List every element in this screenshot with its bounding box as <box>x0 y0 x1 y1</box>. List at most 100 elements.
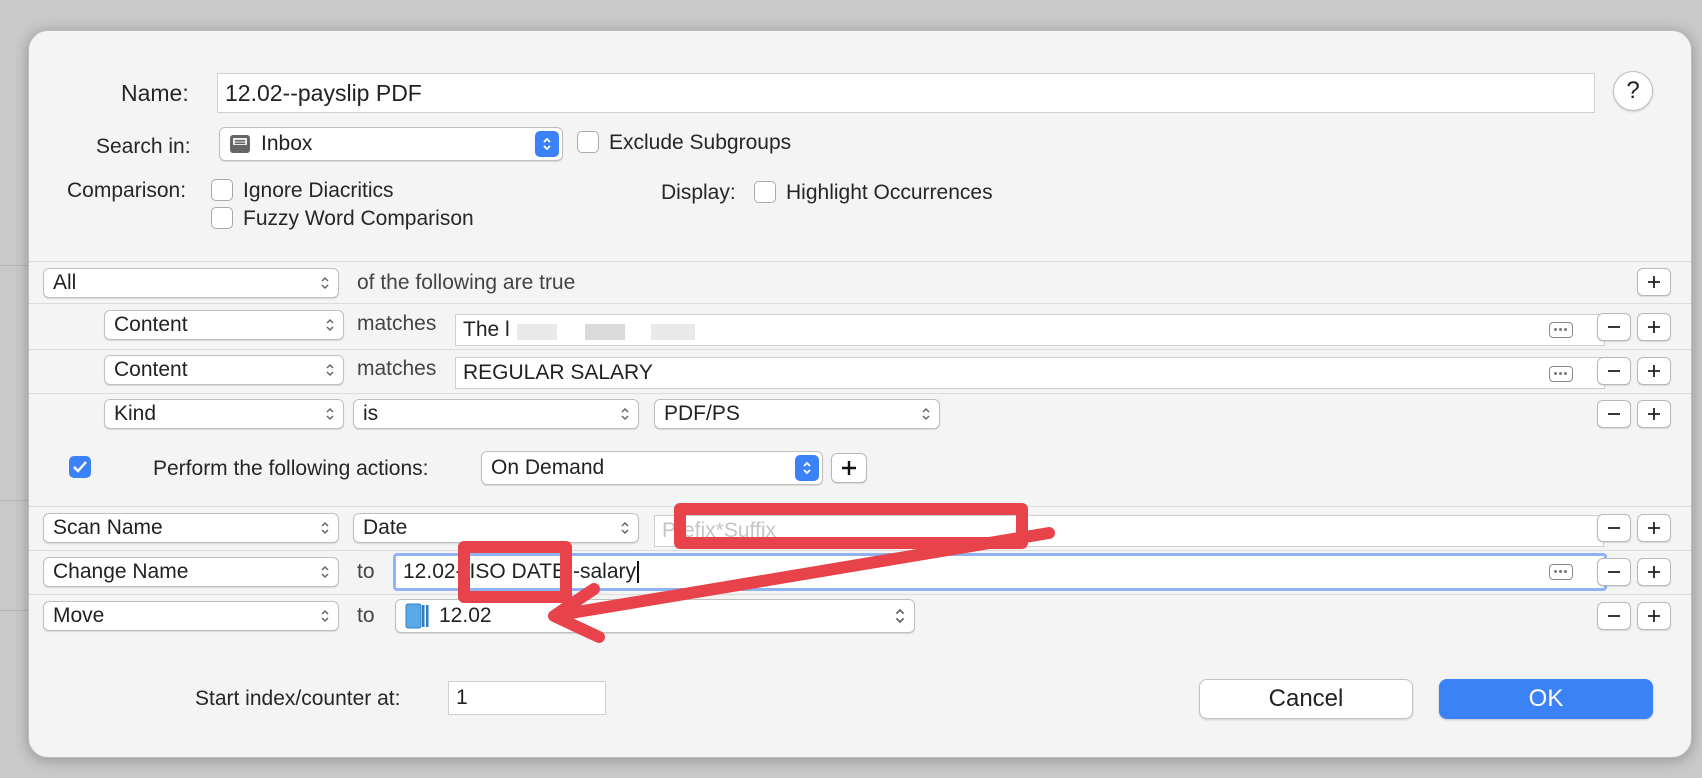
action-popup-3[interactable]: Move <box>43 601 339 631</box>
perform-actions-label: Perform the following actions: <box>153 457 429 480</box>
inbox-icon <box>229 134 251 154</box>
criteria-value-text: The l <box>463 318 510 341</box>
ellipsis-icon[interactable] <box>1549 366 1573 382</box>
group-icon <box>405 603 429 629</box>
remove-action-button[interactable] <box>1597 602 1631 630</box>
plus-icon <box>1648 365 1660 377</box>
trigger-popup[interactable]: On Demand <box>481 451 823 485</box>
plus-icon <box>1648 408 1660 420</box>
criteria-value-text: PDF/PS <box>664 402 740 425</box>
criteria-value-text: REGULAR SALARY <box>463 361 653 384</box>
popup-arrows-icon <box>326 363 334 377</box>
name-label: Name: <box>121 80 189 106</box>
remove-criteria-button[interactable] <box>1597 313 1631 341</box>
ellipsis-icon[interactable] <box>1549 564 1573 580</box>
popup-arrows-icon <box>321 609 329 623</box>
popup-arrows-icon <box>321 521 329 535</box>
ignore-diacritics-label: Ignore Diacritics <box>243 179 394 202</box>
name-field[interactable]: 12.02--payslip PDF <box>217 73 1595 113</box>
scan-type-value: Date <box>363 516 408 539</box>
add-action-button[interactable] <box>1637 602 1671 630</box>
fuzzy-word-label: Fuzzy Word Comparison <box>243 207 474 230</box>
popup-arrows-icon <box>621 521 629 535</box>
criteria-field-value: Content <box>114 313 188 336</box>
scan-pattern-field[interactable]: Prefix*Suffix <box>654 515 1604 547</box>
popup-arrows-icon <box>795 455 819 481</box>
add-criteria-button[interactable] <box>1637 357 1671 385</box>
search-in-value: Inbox <box>261 132 313 155</box>
criteria-value-field-2[interactable]: REGULAR SALARY <box>455 357 1605 389</box>
new-name-field[interactable]: 12.02--ISO DATE--salary <box>393 553 1607 591</box>
minus-icon <box>1608 370 1620 372</box>
action-popup-1[interactable]: Scan Name <box>43 513 339 543</box>
plus-icon <box>1648 321 1660 333</box>
remove-criteria-button[interactable] <box>1597 400 1631 428</box>
plus-icon <box>1648 522 1660 534</box>
minus-icon <box>1608 326 1620 328</box>
help-button[interactable]: ? <box>1613 71 1653 111</box>
checkmark-icon <box>73 461 87 473</box>
cancel-button[interactable]: Cancel <box>1199 679 1413 719</box>
plus-icon <box>1648 610 1660 622</box>
destination-group-popup[interactable]: 12.02 <box>395 599 915 633</box>
highlight-occurrences-label: Highlight Occurrences <box>786 181 993 204</box>
criteria-mode-value: All <box>53 271 77 294</box>
search-in-label: Search in: <box>96 135 191 158</box>
plus-icon <box>1648 566 1660 578</box>
search-in-popup[interactable]: Inbox <box>219 127 563 161</box>
add-action-button[interactable] <box>1637 514 1671 542</box>
comparison-label: Comparison: <box>67 179 187 202</box>
trigger-value: On Demand <box>491 456 605 479</box>
redaction <box>585 324 625 340</box>
minus-icon <box>1608 571 1620 573</box>
criteria-op-value: is <box>363 402 379 425</box>
criteria-field-popup-1[interactable]: Content <box>104 310 344 340</box>
add-action-button[interactable] <box>831 453 867 483</box>
criteria-op-popup-3[interactable]: is <box>353 399 639 429</box>
criteria-op-label: matches <box>357 357 437 380</box>
start-index-label: Start index/counter at: <box>195 687 401 710</box>
scan-type-popup[interactable]: Date <box>353 513 639 543</box>
text-cursor <box>637 561 639 583</box>
destination-group-value: 12.02 <box>439 604 492 627</box>
add-criteria-button[interactable] <box>1637 268 1671 296</box>
remove-criteria-button[interactable] <box>1597 357 1631 385</box>
minus-icon <box>1608 527 1620 529</box>
ellipsis-icon[interactable] <box>1549 322 1573 338</box>
plus-icon <box>1648 276 1660 288</box>
exclude-subgroups-checkbox[interactable] <box>577 131 599 153</box>
minus-icon <box>1608 615 1620 617</box>
add-criteria-button[interactable] <box>1637 313 1671 341</box>
criteria-mode-popup[interactable]: All <box>43 268 339 298</box>
exclude-subgroups-label: Exclude Subgroups <box>609 131 792 154</box>
start-index-value: 1 <box>456 686 468 709</box>
remove-action-button[interactable] <box>1597 558 1631 586</box>
ignore-diacritics-checkbox[interactable] <box>211 179 233 201</box>
add-criteria-button[interactable] <box>1637 400 1671 428</box>
criteria-field-popup-3[interactable]: Kind <box>104 399 344 429</box>
add-action-button[interactable] <box>1637 558 1671 586</box>
action-value: Change Name <box>53 560 189 583</box>
new-name-value: 12.02--ISO DATE--salary <box>403 560 636 583</box>
plus-icon <box>842 461 856 475</box>
popup-arrows-icon <box>895 608 905 624</box>
criteria-value-popup-3[interactable]: PDF/PS <box>654 399 940 429</box>
fuzzy-word-checkbox[interactable] <box>211 207 233 229</box>
criteria-op-label: matches <box>357 312 437 335</box>
criteria-mode-text: of the following are true <box>357 271 576 294</box>
popup-arrows-icon <box>326 318 334 332</box>
display-label: Display: <box>661 181 736 204</box>
criteria-value-field-1[interactable]: The l <box>455 314 1605 346</box>
popup-arrows-icon <box>321 276 329 290</box>
action-popup-2[interactable]: Change Name <box>43 557 339 587</box>
popup-arrows-icon <box>922 407 930 421</box>
remove-action-button[interactable] <box>1597 514 1631 542</box>
highlight-occurrences-checkbox[interactable] <box>754 181 776 203</box>
perform-actions-checkbox[interactable] <box>69 456 91 478</box>
ok-button[interactable]: OK <box>1439 679 1653 719</box>
redaction <box>517 324 557 340</box>
start-index-field[interactable]: 1 <box>448 681 606 715</box>
criteria-field-popup-2[interactable]: Content <box>104 355 344 385</box>
scan-pattern-placeholder: Prefix*Suffix <box>662 519 776 542</box>
action-value: Scan Name <box>53 516 163 539</box>
